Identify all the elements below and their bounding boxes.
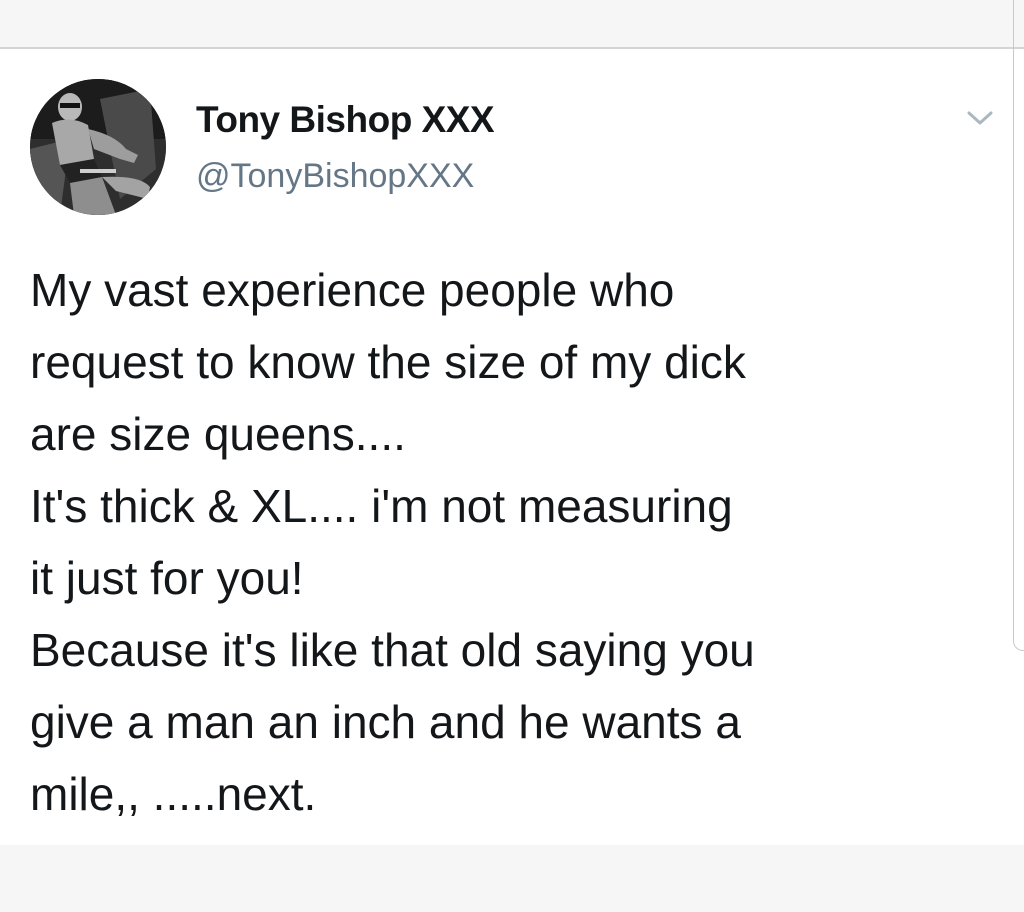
right-edge-line — [1013, 0, 1014, 640]
author-name[interactable]: Tony Bishop XXX — [196, 99, 495, 141]
tweet-menu-button[interactable] — [962, 103, 998, 133]
avatar-image — [30, 79, 166, 215]
author-handle[interactable]: @TonyBishopXXX — [196, 157, 474, 196]
top-background-strip — [0, 0, 1024, 48]
chevron-down-icon — [967, 111, 993, 125]
bottom-background-strip — [0, 845, 1024, 912]
right-edge-corner — [1013, 620, 1024, 651]
tweet-card: Tony Bishop XXX @TonyBishopXXX My vast e… — [0, 49, 1013, 845]
tweet-text: My vast experience people who request to… — [30, 264, 755, 820]
author-avatar[interactable] — [30, 79, 166, 215]
